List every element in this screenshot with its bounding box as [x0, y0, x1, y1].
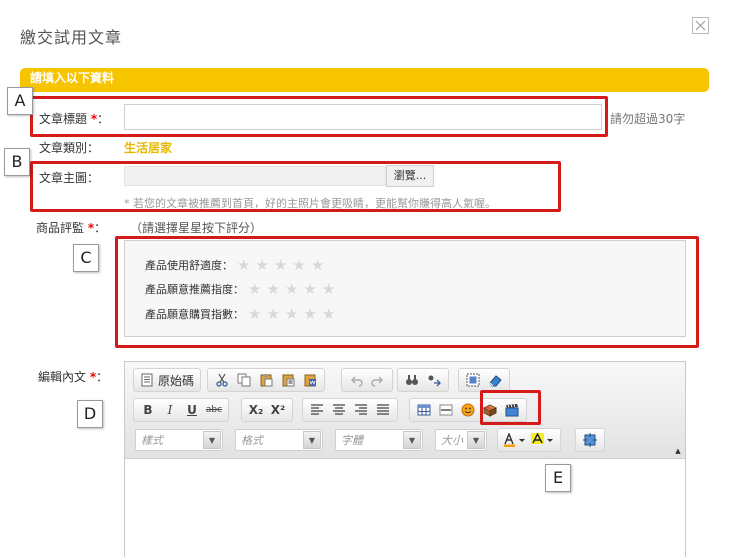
chevron-down-icon: ▼	[303, 431, 321, 449]
annotation-box-c	[115, 236, 699, 348]
align-center-button[interactable]	[328, 400, 350, 420]
align-justify-button[interactable]	[372, 400, 394, 420]
align-justify-icon	[377, 404, 389, 415]
maximize-button[interactable]	[579, 430, 601, 450]
close-icon	[695, 20, 706, 31]
color-group	[497, 428, 561, 452]
smiley-icon	[461, 403, 475, 417]
remove-format-button[interactable]	[484, 370, 506, 390]
callout-e: E	[545, 464, 571, 492]
font-select[interactable]: 字體 ▼	[335, 429, 423, 451]
underline-button[interactable]: U	[181, 400, 203, 420]
eraser-icon	[489, 375, 502, 387]
text-color-icon	[504, 433, 525, 447]
section-header: 請填入以下資料	[20, 68, 709, 92]
redo-icon	[371, 376, 383, 387]
replace-icon	[428, 375, 441, 387]
maximize-icon	[583, 433, 597, 447]
background-color-icon	[531, 433, 553, 444]
close-button[interactable]	[692, 17, 709, 34]
find-group	[397, 368, 449, 392]
binoculars-icon	[406, 375, 418, 385]
undo-button[interactable]	[345, 370, 367, 390]
editor-content-area[interactable]	[125, 460, 685, 557]
toolbar-collapse-button[interactable]: ▲	[673, 446, 683, 456]
paste-word-icon	[304, 374, 316, 387]
document-icon	[141, 373, 153, 387]
font-size-select[interactable]: 大小 ▼	[435, 429, 487, 451]
format-select[interactable]: 格式 ▼	[235, 429, 323, 451]
align-center-icon	[333, 404, 345, 415]
horizontal-line-button[interactable]	[435, 400, 457, 420]
superscript-button[interactable]: X²	[267, 400, 289, 420]
smiley-button[interactable]	[457, 400, 479, 420]
callout-c: C	[73, 244, 99, 272]
italic-button[interactable]: I	[159, 400, 181, 420]
horizontal-line-icon	[439, 404, 453, 416]
dialog-title: 繳交試用文章	[20, 28, 123, 47]
source-button[interactable]: 原始碼	[137, 370, 197, 390]
category-label: 文章類別：	[39, 141, 100, 155]
callout-b: B	[4, 148, 30, 176]
scissors-icon	[216, 373, 228, 387]
text-style-group: B I U abc	[133, 398, 229, 422]
annotation-box-e	[480, 390, 541, 425]
copy-button[interactable]	[233, 370, 255, 390]
callout-d: D	[77, 400, 103, 428]
rating-label: 商品評監 *：	[36, 221, 107, 235]
find-button[interactable]	[401, 370, 423, 390]
maximize-group	[575, 428, 605, 452]
style-select[interactable]: 樣式 ▼	[135, 429, 223, 451]
callout-a: A	[7, 87, 33, 115]
align-group	[302, 398, 398, 422]
select-all-button[interactable]	[462, 370, 484, 390]
table-button[interactable]	[413, 400, 435, 420]
source-group: 原始碼	[133, 368, 202, 392]
editor-toolbar: 原始碼 B I U abc X₂ X² 樣式 ▼ 格式 ▼ 字體 ▼ 大小 ▼ …	[125, 362, 685, 459]
undo-icon	[351, 376, 363, 387]
paste-text-icon	[282, 374, 295, 387]
redo-button[interactable]	[367, 370, 389, 390]
paste-word-button[interactable]	[299, 370, 321, 390]
annotation-box-a	[30, 96, 608, 137]
paste-text-button[interactable]	[277, 370, 299, 390]
title-length-hint: 請勿超過30字	[610, 112, 686, 126]
chevron-down-icon: ▼	[403, 431, 421, 449]
replace-button[interactable]	[423, 370, 445, 390]
annotation-box-b	[30, 161, 561, 212]
align-right-icon	[355, 404, 367, 415]
cut-button[interactable]	[211, 370, 233, 390]
clipboard-group	[207, 368, 325, 392]
paste-button[interactable]	[255, 370, 277, 390]
text-color-button[interactable]	[501, 430, 529, 450]
script-group: X₂ X²	[241, 398, 293, 422]
content-label: 編輯內文 *：	[38, 370, 109, 384]
chevron-down-icon: ▼	[203, 431, 221, 449]
background-color-button[interactable]	[529, 430, 557, 450]
align-left-button[interactable]	[306, 400, 328, 420]
chevron-down-icon: ▼	[467, 431, 485, 449]
strikethrough-button[interactable]: abc	[203, 400, 225, 420]
select-all-icon	[466, 373, 480, 387]
align-left-icon	[311, 404, 323, 415]
rating-hint: （請選擇星星按下評分）	[130, 221, 263, 235]
copy-icon	[237, 373, 251, 387]
subscript-button[interactable]: X₂	[245, 400, 267, 420]
history-group	[341, 368, 393, 392]
align-right-button[interactable]	[350, 400, 372, 420]
table-icon	[417, 404, 431, 416]
select-group	[458, 368, 510, 392]
rich-text-editor: 原始碼 B I U abc X₂ X² 樣式 ▼ 格式 ▼ 字體 ▼ 大小 ▼ …	[124, 361, 686, 557]
category-value: 生活居家	[124, 141, 173, 155]
bold-button[interactable]: B	[137, 400, 159, 420]
clipboard-icon	[260, 374, 273, 387]
